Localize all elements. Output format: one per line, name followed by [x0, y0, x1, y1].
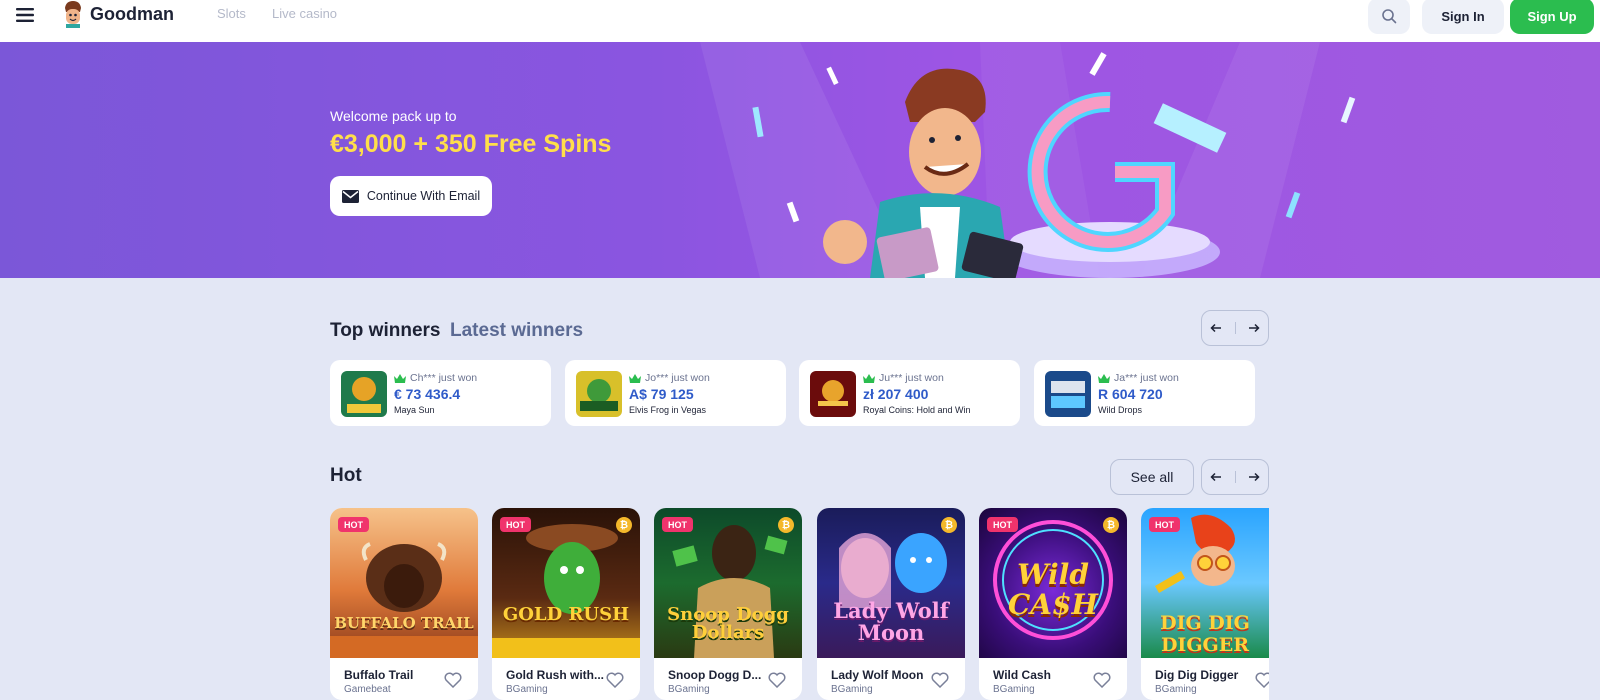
winner-user: Jo*** just won [645, 372, 710, 384]
game-provider: Gamebeat [344, 684, 391, 695]
see-all-button[interactable]: See all [1110, 459, 1194, 495]
game-tile[interactable]: GOLD RUSH HOT ₿ Gold Rush with... BGamin… [492, 508, 640, 700]
search-button[interactable] [1368, 0, 1410, 34]
game-tile[interactable]: DIG DIG DIGGER HOT Dig Dig Digger BGamin… [1141, 508, 1269, 700]
continue-with-email-label: Continue With Email [366, 189, 481, 203]
game-name: Buffalo Trail [344, 668, 414, 682]
tab-latest-winners[interactable]: Latest winners [450, 320, 583, 342]
arrow-left-icon[interactable] [1210, 323, 1222, 333]
game-tile[interactable]: BUFFALO TRAIL HOT Buffalo Trail Gamebeat [330, 508, 478, 700]
search-icon [1382, 9, 1397, 24]
hot-badge: HOT [1149, 517, 1180, 532]
game-tile[interactable]: Snoop Dogg Dollars HOT ₿ Snoop Dogg D...… [654, 508, 802, 700]
hot-carousel-controls [1201, 459, 1269, 495]
nav-live-casino[interactable]: Live casino [272, 6, 337, 21]
bitcoin-icon: ₿ [941, 517, 957, 533]
crown-icon [394, 373, 406, 383]
arrows-divider [1234, 471, 1236, 483]
winner-user: Ju*** just won [879, 372, 944, 384]
winner-amount: € 73 436.4 [394, 386, 461, 402]
winner-user-line: Ch*** just won [394, 372, 477, 384]
sign-in-button[interactable]: Sign In [1422, 0, 1504, 34]
hot-badge: HOT [987, 517, 1018, 532]
game-provider: BGaming [506, 684, 548, 695]
heart-icon[interactable] [444, 672, 462, 688]
game-art-title: Lady Wolf Moon [833, 598, 949, 645]
winner-card[interactable]: Ch*** just won € 73 436.4 Maya Sun [330, 360, 551, 426]
game-tile[interactable]: Lady Wolf Moon ₿ Lady Wolf Moon BGaming [817, 508, 965, 700]
winner-game-thumbnail [341, 371, 387, 417]
winner-user-line: Ja*** just won [1098, 372, 1179, 384]
mascot-logo-icon [65, 1, 81, 28]
crown-icon [1098, 373, 1110, 383]
crown-icon [863, 373, 875, 383]
brand-logo[interactable]: Goodman [62, 0, 174, 28]
welcome-subtitle: Welcome pack up to [330, 108, 457, 124]
winner-card[interactable]: Jo*** just won A$ 79 125 Elvis Frog in V… [565, 360, 786, 426]
winner-game-thumbnail [1045, 371, 1091, 417]
winner-game-name: Maya Sun [394, 405, 435, 415]
nav-slots[interactable]: Slots [217, 6, 246, 21]
sign-up-button[interactable]: Sign Up [1510, 0, 1594, 34]
winner-amount: A$ 79 125 [629, 386, 694, 402]
game-name: Lady Wolf Moon [831, 668, 924, 682]
heart-icon[interactable] [606, 672, 624, 688]
game-name: Snoop Dogg D... [668, 668, 762, 682]
bitcoin-icon: ₿ [616, 517, 632, 533]
winner-user: Ch*** just won [410, 372, 478, 384]
tab-top-winners[interactable]: Top winners [330, 320, 440, 342]
hot-section-title: Hot [330, 465, 362, 486]
brand-name: Goodman [90, 3, 174, 24]
arrow-left-icon[interactable] [1210, 472, 1222, 482]
winner-game-thumbnail [576, 371, 622, 417]
welcome-offer: €3,000 + 350 Free Spins [330, 130, 612, 158]
menu-icon [16, 8, 34, 22]
game-art-title: GOLD RUSH [502, 604, 630, 625]
game-art-title: Wild CA$H [1008, 558, 1098, 621]
winner-user: Ja*** just won [1114, 372, 1179, 384]
game-tile[interactable]: Wild CA$H HOT ₿ Wild Cash BGaming [979, 508, 1127, 700]
winner-game-name: Wild Drops [1098, 405, 1143, 415]
game-art-title: Snoop Dogg Dollars [667, 604, 789, 643]
banner-artwork [700, 42, 1356, 278]
game-provider: BGaming [1155, 684, 1197, 695]
winner-amount: zł 207 400 [863, 386, 929, 402]
arrow-right-icon[interactable] [1248, 472, 1260, 482]
hamburger-menu-button[interactable] [0, 0, 50, 36]
arrows-divider [1234, 322, 1236, 334]
winner-game-name: Elvis Frog in Vegas [629, 405, 707, 415]
winner-user-line: Jo*** just won [629, 372, 710, 384]
game-art-title: BUFFALO TRAIL [334, 614, 474, 632]
game-name: Wild Cash [993, 668, 1051, 682]
game-provider: BGaming [993, 684, 1035, 695]
game-name: Dig Dig Digger [1155, 668, 1239, 682]
winner-card[interactable]: Ja*** just won R 604 720 Wild Drops [1034, 360, 1255, 426]
heart-icon[interactable] [931, 672, 949, 688]
crown-icon [629, 373, 641, 383]
hot-badge: HOT [500, 517, 531, 532]
hot-badge: HOT [662, 517, 693, 532]
bitcoin-icon: ₿ [1103, 517, 1119, 533]
envelope-icon [341, 189, 359, 203]
heart-icon[interactable] [1255, 672, 1269, 688]
winner-user-line: Ju*** just won [863, 372, 944, 384]
game-provider: BGaming [668, 684, 710, 695]
heart-icon[interactable] [768, 672, 786, 688]
winners-carousel-controls [1201, 310, 1269, 346]
winner-card[interactable]: Ju*** just won zł 207 400 Royal Coins: H… [799, 360, 1020, 426]
winner-amount: R 604 720 [1098, 386, 1163, 402]
game-art-title: DIG DIG DIGGER [1160, 612, 1250, 656]
game-provider: BGaming [831, 684, 873, 695]
game-name: Gold Rush with... [506, 668, 604, 682]
promo-banner: Welcome pack up to €3,000 + 350 Free Spi… [0, 42, 1600, 278]
winner-game-thumbnail [810, 371, 856, 417]
hot-badge: HOT [338, 517, 369, 532]
heart-icon[interactable] [1093, 672, 1111, 688]
winner-game-name: Royal Coins: Hold and Win [863, 405, 971, 415]
bitcoin-icon: ₿ [778, 517, 794, 533]
arrow-right-icon[interactable] [1248, 323, 1260, 333]
continue-with-email-button[interactable]: Continue With Email [330, 176, 492, 216]
top-header: Goodman Slots Live casino Sign In Sign U… [0, 0, 1600, 42]
